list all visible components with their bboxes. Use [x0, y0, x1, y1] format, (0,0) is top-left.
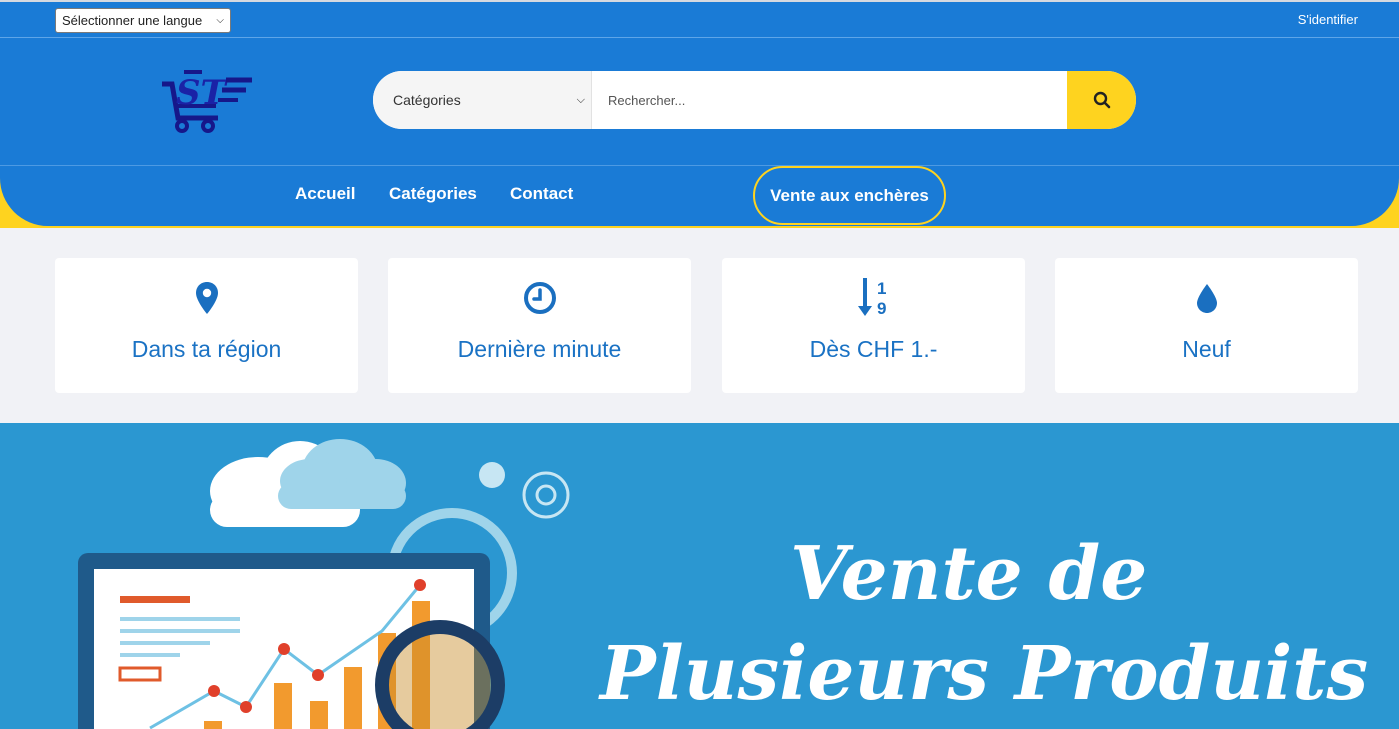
banner-title-line2: Plusieurs Produits	[600, 631, 1369, 717]
magnifier-icon	[375, 620, 505, 729]
nav-item-categories[interactable]: Catégories	[389, 184, 477, 204]
svg-text:9: 9	[877, 299, 886, 318]
chevron-down-icon: ⌵	[576, 93, 585, 106]
chevron-down-icon: ⌵	[216, 15, 224, 26]
nav-item-contact[interactable]: Contact	[510, 184, 573, 204]
gear-icon	[479, 462, 505, 488]
site-logo[interactable]: ST	[158, 66, 256, 138]
feature-card-new[interactable]: Neuf	[1055, 258, 1358, 393]
feature-cards: Dans ta région Dernière minute 1 9 Dès C…	[0, 228, 1399, 423]
search-icon	[1093, 91, 1110, 109]
feature-label: Dans ta région	[131, 336, 282, 362]
feature-card-last-minute[interactable]: Dernière minute	[388, 258, 691, 393]
search-category-label: Catégories	[393, 92, 461, 108]
search-button[interactable]	[1067, 71, 1136, 129]
banner-title-line1: Vente de	[790, 531, 1148, 617]
header-divider	[0, 165, 1399, 166]
signin-link[interactable]: S'identifier	[1298, 12, 1358, 27]
feature-label: Neuf	[1182, 336, 1231, 362]
language-select[interactable]: Sélectionner une langue ⌵	[55, 8, 231, 33]
feature-label: Dès CHF 1.-	[809, 336, 938, 362]
search-bar: Catégories ⌵ Rechercher...	[373, 71, 1136, 129]
gear-icon	[522, 471, 570, 519]
main-nav: Accueil Catégories Contact	[0, 184, 1399, 208]
map-marker-icon	[195, 278, 219, 318]
header-inner: ST Catégories ⌵ Rechercher... Accueil Ca…	[0, 38, 1399, 226]
feature-card-region[interactable]: Dans ta région	[55, 258, 358, 393]
language-select-label: Sélectionner une langue	[62, 13, 203, 28]
header: ST Catégories ⌵ Rechercher... Accueil Ca…	[0, 38, 1399, 228]
cloud-icon	[210, 439, 406, 527]
svg-text:ST: ST	[176, 73, 229, 113]
clock-icon	[523, 278, 557, 318]
auction-button[interactable]: Vente aux enchères	[753, 166, 946, 225]
feature-card-price[interactable]: 1 9 Dès CHF 1.-	[722, 258, 1025, 393]
search-category-select[interactable]: Catégories ⌵	[373, 71, 592, 129]
hero-banner[interactable]: Vente de Plusieurs Produits	[0, 423, 1399, 729]
search-placeholder: Rechercher...	[608, 92, 686, 108]
banner-illustration	[78, 439, 570, 729]
top-bar: Sélectionner une langue ⌵ S'identifier	[0, 0, 1399, 38]
drop-icon	[1195, 278, 1219, 318]
sort-numeric-down-icon: 1 9	[857, 278, 891, 318]
search-input[interactable]: Rechercher...	[592, 71, 1067, 129]
nav-item-accueil[interactable]: Accueil	[295, 184, 355, 204]
svg-text:1: 1	[877, 279, 886, 298]
feature-label: Dernière minute	[457, 336, 622, 362]
